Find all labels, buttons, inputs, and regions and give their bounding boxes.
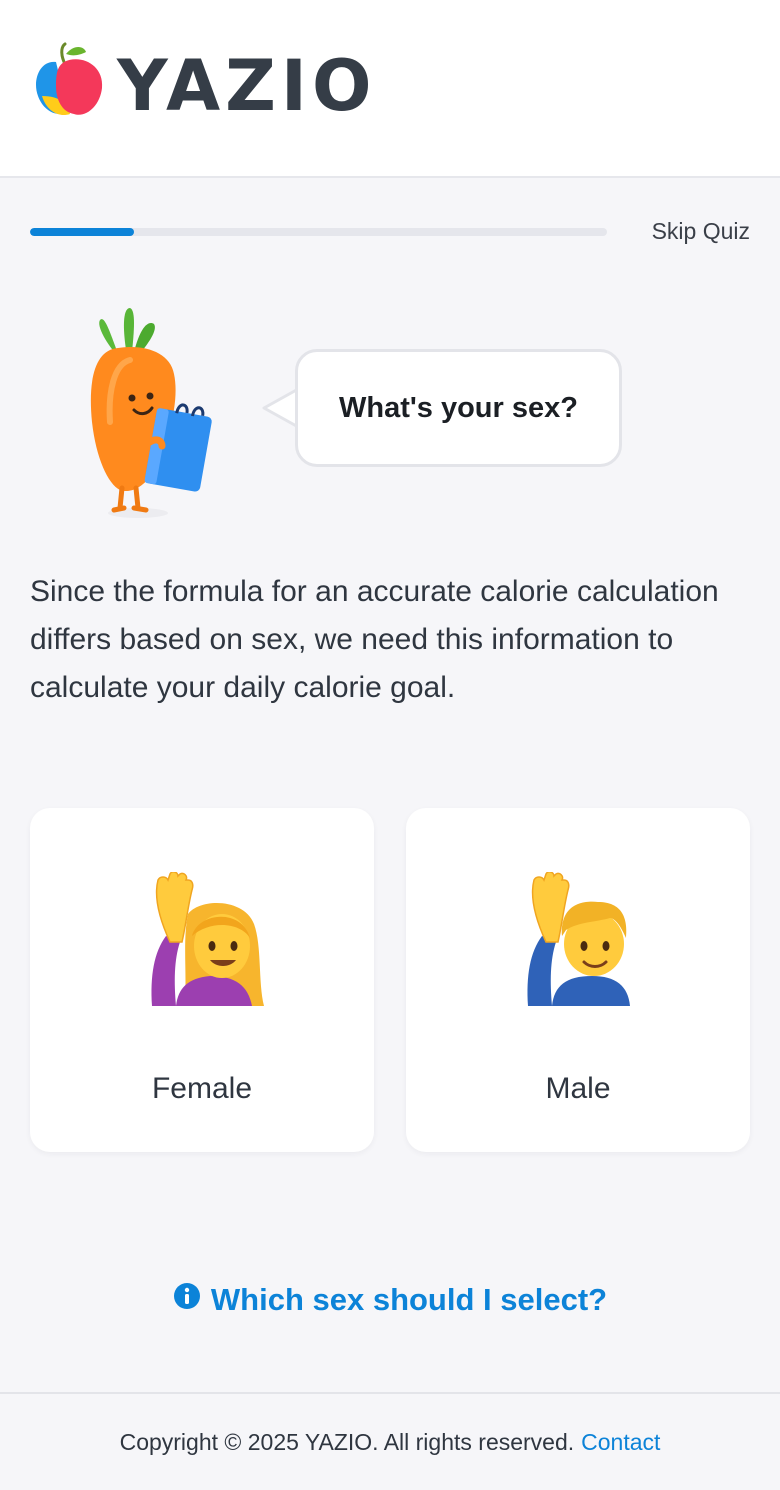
carrot-mascot-icon	[90, 308, 212, 518]
contact-link[interactable]: Contact	[581, 1429, 660, 1456]
female-option-label: Female	[151, 1072, 253, 1105]
explanation-text: Since the formula for an accurate calori…	[30, 575, 719, 704]
quiz-progress-bar	[30, 228, 607, 236]
skip-quiz-link[interactable]: Skip Quiz	[640, 218, 750, 245]
yazio-apple-logo-icon	[36, 42, 103, 116]
footer: Copyright © 2025 YAZIO. All rights reser…	[0, 1392, 780, 1490]
male-option-label: Male	[545, 1072, 611, 1105]
man-raising-hand-emoji-icon	[406, 871, 750, 1011]
copyright-text: Copyright © 2025 YAZIO. All rights reser…	[119, 1428, 575, 1455]
quiz-progress-fill	[30, 228, 134, 236]
woman-raising-hand-emoji-icon	[30, 871, 374, 1011]
help-link-text: Which sex should I select?	[210, 1282, 608, 1317]
header: YAZIO	[0, 0, 780, 178]
female-option-card[interactable]: Female	[30, 808, 374, 1152]
brand-name: YAZIO	[117, 45, 377, 127]
info-icon	[173, 1283, 200, 1309]
question-text: What's your sex?	[339, 391, 578, 424]
which-sex-help-link[interactable]: Which sex should I select?	[0, 1282, 780, 1318]
male-option-card[interactable]: Male	[406, 808, 750, 1152]
question-speech-bubble: What's your sex?	[295, 349, 622, 467]
